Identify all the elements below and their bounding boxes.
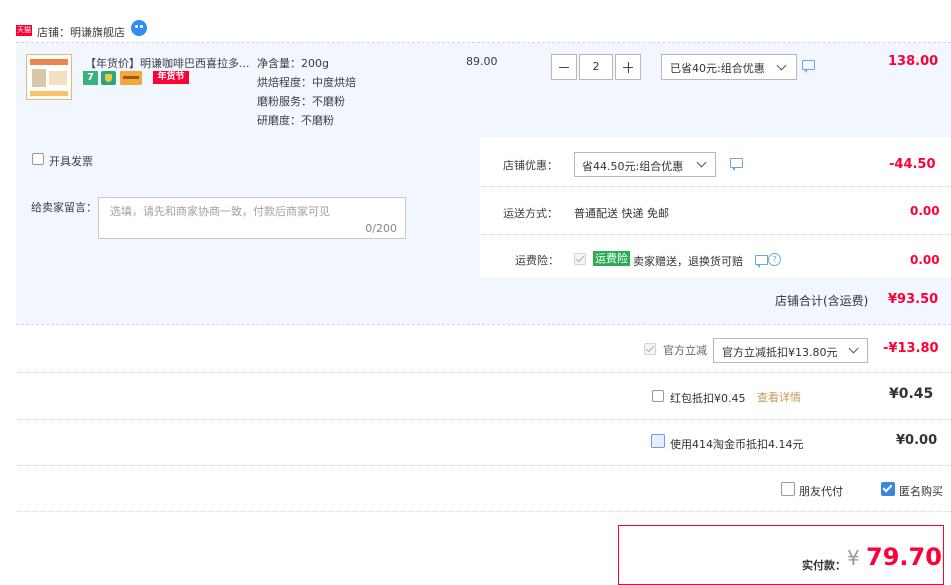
spec-net-content: 净含量：200g: [257, 57, 329, 70]
seven-day-return-icon: 7: [83, 71, 98, 85]
shipping-amount: 0.00: [910, 204, 940, 218]
wangwang-chat-icon[interactable]: [131, 20, 147, 36]
item-title[interactable]: 【年货价】明谦咖啡巴西喜拉多...: [85, 55, 250, 71]
insurance-amount: 0.00: [910, 253, 940, 267]
chevron-down-icon: [696, 157, 707, 168]
seller-message-label: 给卖家留言：: [31, 201, 97, 214]
quantity-value: 2: [592, 60, 600, 73]
chevron-down-icon: [776, 60, 787, 71]
insurance-checkbox: [574, 253, 586, 265]
taojinbi-label[interactable]: 使用414淘金币抵扣4.14元: [670, 436, 804, 452]
seller-message-counter: 0/200: [365, 222, 397, 235]
taojinbi-amount: ¥0.00: [896, 433, 938, 448]
anonymous-purchase-label[interactable]: 匿名购买: [899, 483, 943, 499]
quantity-input[interactable]: 2: [579, 54, 613, 80]
chevron-down-icon: [848, 343, 859, 354]
row-divider: [480, 186, 951, 187]
spec-grind-degree: 研磨度：不磨粉: [257, 114, 334, 127]
row-divider: [480, 234, 951, 235]
card-payment-icon: [120, 71, 142, 85]
item-discount-value: 已省40元:组合优惠: [670, 62, 765, 75]
spec-grind-service: 磨粉服务：不磨粉: [257, 95, 345, 108]
tmall-badge-icon: 天猫: [16, 25, 32, 36]
row-divider: [16, 419, 951, 420]
new-year-festival-tag: 年货节: [153, 71, 189, 84]
quantity-decrease-button[interactable]: [551, 54, 577, 80]
quantity-increase-button[interactable]: [615, 54, 641, 80]
insurance-text: 卖家赠送，退换货可赔: [633, 255, 743, 268]
official-discount-label: 官方立减: [663, 344, 707, 357]
insurance-label: 运费险：: [515, 254, 559, 267]
help-icon[interactable]: ?: [768, 253, 781, 266]
payment-label: 实付款：: [802, 559, 846, 572]
item-subtotal: 138.00: [888, 54, 939, 69]
shop-discount-value: 省44.50元:组合优惠: [582, 160, 684, 173]
shop-discount-label: 店铺优惠：: [503, 159, 558, 172]
item-discount-select[interactable]: 已省40元:组合优惠: [661, 54, 797, 80]
payment-amount: 79.70: [866, 543, 942, 571]
anonymous-purchase-checkbox[interactable]: [881, 482, 895, 496]
shop-divider: [16, 324, 951, 325]
taojinbi-checkbox[interactable]: [651, 434, 665, 448]
official-discount-value: 官方立减抵扣¥13.80元: [722, 346, 838, 359]
shop-name-text[interactable]: 明谦旗舰店: [70, 26, 125, 39]
seller-message-placeholder: 选填，请先和商家协商一致，付款后商家可见: [110, 205, 330, 218]
shipping-method: 普通配送 快递 免邮: [574, 207, 669, 220]
message-icon[interactable]: [730, 158, 743, 171]
product-thumbnail[interactable]: [26, 54, 72, 100]
row-divider: [16, 511, 951, 512]
row-divider: [16, 372, 951, 373]
friend-pay-label[interactable]: 朋友代付: [799, 483, 843, 499]
red-packet-label[interactable]: 红包抵扣¥0.45: [670, 390, 746, 406]
official-discount-checkbox: [644, 343, 656, 355]
shipping-label: 运送方式：: [503, 207, 558, 220]
seller-message-input[interactable]: 选填，请先和商家协商一致，付款后商家可见 0/200: [98, 197, 406, 239]
shop-label: 店铺：: [37, 26, 70, 39]
tmall-badge-text: 天猫: [17, 26, 31, 34]
insurance-badge: 运费险: [593, 251, 630, 266]
official-discount-amount: -¥13.80: [883, 341, 939, 356]
payment-currency: ¥: [847, 546, 860, 570]
unit-price: 89.00: [466, 55, 498, 68]
red-packet-details-link[interactable]: 查看详情: [757, 389, 801, 405]
shop-name[interactable]: 店铺：明谦旗舰店: [37, 24, 125, 40]
message-icon[interactable]: [755, 255, 768, 268]
invoice-label[interactable]: 开具发票: [49, 153, 93, 169]
guarantee-icon: [101, 71, 116, 85]
invoice-checkbox[interactable]: [32, 153, 44, 165]
shop-total-label: 店铺合计(含运费): [775, 294, 869, 308]
shop-discount-amount: -44.50: [889, 157, 936, 172]
shop-total-amount: ¥93.50: [888, 292, 939, 307]
official-discount-select[interactable]: 官方立减抵扣¥13.80元: [713, 338, 868, 363]
red-packet-amount: ¥0.45: [889, 386, 934, 402]
red-packet-checkbox[interactable]: [652, 390, 664, 402]
shop-discount-select[interactable]: 省44.50元:组合优惠: [574, 152, 716, 177]
spec-roast-level: 烘焙程度：中度烘焙: [257, 76, 356, 89]
message-icon[interactable]: [802, 60, 815, 73]
row-divider: [16, 465, 951, 466]
friend-pay-checkbox[interactable]: [781, 482, 795, 496]
